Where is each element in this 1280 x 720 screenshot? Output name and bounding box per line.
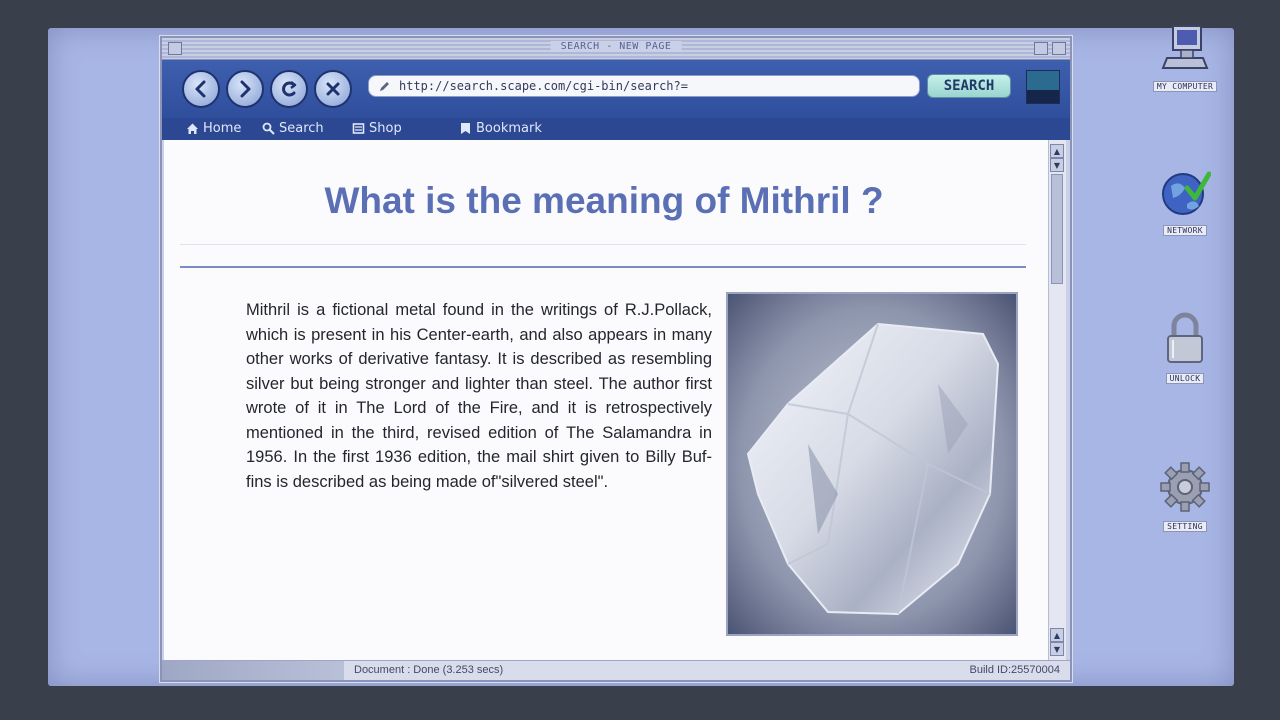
bookmark-item-home[interactable]: Home <box>186 121 241 136</box>
scroll-thumb[interactable] <box>1051 174 1063 284</box>
forward-button[interactable] <box>226 70 264 108</box>
bookmark-icon <box>461 123 470 134</box>
desktop-icon-label: SETTING <box>1163 521 1207 532</box>
page-content: What is the meaning of Mithril ? Mithril… <box>164 140 1048 660</box>
divider <box>180 266 1026 268</box>
home-icon <box>187 123 198 134</box>
activity-indicator <box>1026 70 1060 104</box>
globe-icon <box>1162 171 1211 215</box>
close-box-icon[interactable] <box>168 42 182 55</box>
url-input[interactable]: http://search.scape.com/cgi-bin/search?= <box>368 75 920 97</box>
article-text: Mithril is a fictional metal found in th… <box>246 301 712 491</box>
gear-icon <box>1160 462 1210 512</box>
build-id: Build ID:25570004 <box>969 664 1060 676</box>
title-bar[interactable]: SEARCH - NEW PAGE <box>162 38 1070 60</box>
computer-icon <box>1161 25 1209 69</box>
window-title: SEARCH - NEW PAGE <box>550 41 682 52</box>
zoom-box-icon[interactable] <box>1034 42 1048 55</box>
desktop-icon-setting[interactable]: SETTING <box>1145 460 1225 533</box>
page-title: What is the meaning of Mithril ? <box>324 180 884 221</box>
stop-button[interactable] <box>314 70 352 108</box>
navigation-toolbar: http://search.scape.com/cgi-bin/search?=… <box>162 60 1070 118</box>
desktop-icon-unlock[interactable]: UNLOCK <box>1145 312 1225 385</box>
arrow-left-icon <box>195 80 206 98</box>
url-text: http://search.scape.com/cgi-bin/search?= <box>399 79 688 93</box>
bookmark-label: Shop <box>369 121 402 136</box>
collapse-box-icon[interactable] <box>1052 42 1066 55</box>
scroll-up-icon[interactable]: ▲ <box>1050 144 1064 158</box>
close-icon <box>326 82 340 96</box>
document-status: Document : Done (3.253 secs) <box>354 664 504 676</box>
reload-icon <box>282 81 297 97</box>
desktop-icon-label: UNLOCK <box>1165 373 1205 384</box>
bookmark-label: Search <box>279 121 324 136</box>
shop-icon <box>352 123 365 134</box>
status-bar: Document : Done (3.253 secs) Build ID:25… <box>162 660 1070 680</box>
reload-button[interactable] <box>270 70 308 108</box>
progress-bar <box>162 661 344 680</box>
arrow-right-icon <box>240 80 251 98</box>
desktop-icon-my-computer[interactable]: MY COMPUTER <box>1145 22 1225 93</box>
scroll-up-icon[interactable]: ▲ <box>1050 628 1064 642</box>
mithril-crystal-image <box>726 292 1018 636</box>
bookmark-item-bookmark[interactable]: Bookmark <box>459 121 542 136</box>
scroll-down-icon[interactable]: ▼ <box>1050 642 1064 656</box>
desktop-icon-network[interactable]: NETWORK <box>1145 168 1225 237</box>
desktop-icon-label: MY COMPUTER <box>1152 81 1218 92</box>
magnifier-icon <box>262 122 275 135</box>
back-button[interactable] <box>182 70 220 108</box>
padlock-icon <box>1167 312 1203 363</box>
bookmark-item-shop[interactable]: Shop <box>352 121 402 136</box>
bookmark-label: Bookmark <box>476 121 542 136</box>
scroll-down-icon[interactable]: ▼ <box>1050 158 1064 172</box>
vertical-scrollbar[interactable]: ▲ ▼ ▲ ▼ <box>1048 140 1066 660</box>
pencil-icon <box>380 82 389 91</box>
browser-window: SEARCH - NEW PAGE http://search.scape.co… <box>160 36 1072 682</box>
bookmark-label: Home <box>203 121 242 136</box>
bookmark-item-search[interactable]: Search <box>262 121 324 136</box>
search-button[interactable]: SEARCH <box>927 74 1011 98</box>
divider <box>180 244 1026 245</box>
crystal-icon <box>746 322 1000 616</box>
desktop-icon-label: NETWORK <box>1163 225 1207 236</box>
bookmarks-bar: Home Search Shop Bookmark <box>162 118 1070 140</box>
